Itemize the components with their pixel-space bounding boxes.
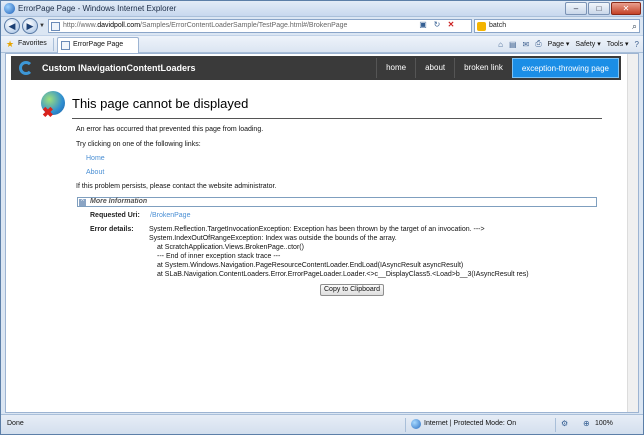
divider bbox=[555, 418, 556, 432]
link-about[interactable]: About bbox=[86, 169, 104, 176]
persist-text: If this problem persists, please contact… bbox=[76, 183, 277, 190]
error-details-line: at SLaB.Navigation.ContentLoaders.Error.… bbox=[157, 271, 529, 278]
divider bbox=[72, 118, 602, 119]
requested-uri-label: Requested Uri: bbox=[90, 212, 140, 219]
print-icon[interactable]: ⎙ bbox=[535, 39, 541, 49]
divider bbox=[405, 418, 406, 432]
error-details-line: System.Reflection.TargetInvocationExcept… bbox=[149, 226, 485, 233]
more-information-header[interactable]: ^ More Information bbox=[77, 197, 597, 207]
home-icon[interactable]: ⌂ bbox=[498, 40, 503, 49]
stop-icon[interactable]: ✕ bbox=[445, 19, 457, 31]
link-home[interactable]: Home bbox=[86, 155, 105, 162]
window-controls: – □ ✕ bbox=[565, 2, 641, 15]
try-links-text: Try clicking on one of the following lin… bbox=[76, 141, 201, 148]
status-text: Done bbox=[7, 420, 24, 427]
protected-mode-icon[interactable]: ⚙ bbox=[561, 419, 568, 428]
tab-label: ErrorPage Page bbox=[73, 41, 124, 48]
requested-uri-value[interactable]: /BrokenPage bbox=[150, 212, 190, 219]
forward-button[interactable]: ▶ bbox=[22, 18, 38, 34]
page-icon bbox=[51, 22, 60, 31]
compatibility-view-icon[interactable]: ▣ bbox=[417, 19, 429, 31]
error-details-line: at ScratchApplication.Views.BrokenPage..… bbox=[157, 244, 304, 251]
error-details-line: at System.Windows.Navigation.PageResourc… bbox=[157, 262, 464, 269]
site-logo-icon bbox=[19, 61, 33, 75]
page-menu[interactable]: Page ▾ bbox=[548, 40, 570, 48]
tools-menu[interactable]: Tools ▾ bbox=[607, 40, 629, 48]
search-input[interactable]: batch ⌕ bbox=[474, 19, 640, 33]
address-buttons: ▣ ↻ ✕ bbox=[417, 19, 457, 31]
ie-icon bbox=[4, 3, 15, 14]
internet-zone-icon[interactable] bbox=[411, 419, 421, 429]
divider bbox=[53, 38, 54, 51]
security-zone[interactable]: Internet | Protected Mode: On bbox=[424, 420, 516, 427]
refresh-icon[interactable]: ↻ bbox=[431, 19, 443, 31]
favorites-star-icon[interactable]: ★ bbox=[6, 39, 14, 50]
browser-window: ErrorPage Page - Windows Internet Explor… bbox=[0, 0, 644, 435]
close-button[interactable]: ✕ bbox=[611, 2, 641, 15]
address-input[interactable]: http://www.davidpoll.com/Samples/ErrorCo… bbox=[48, 19, 472, 33]
recent-pages-dropdown-icon[interactable]: ▼ bbox=[39, 23, 45, 29]
error-details-line: --- End of inner exception stack trace -… bbox=[157, 253, 281, 260]
tab-page-icon bbox=[61, 41, 70, 50]
search-value: batch bbox=[489, 22, 507, 29]
more-information-label: More Information bbox=[90, 198, 148, 205]
error-message: An error has occurred that prevented thi… bbox=[76, 126, 264, 133]
mail-icon[interactable]: ✉ bbox=[523, 40, 530, 49]
search-provider-icon bbox=[477, 22, 486, 31]
forward-arrow-icon: ▶ bbox=[26, 21, 34, 31]
collapse-icon[interactable]: ^ bbox=[79, 199, 86, 206]
window-title: ErrorPage Page - Windows Internet Explor… bbox=[18, 4, 177, 13]
favorites-bar: ★ Favorites ErrorPage Page ⌂ ▤ ✉ ⎙ Page … bbox=[1, 35, 643, 53]
zoom-icon[interactable]: ⊕ bbox=[583, 419, 590, 428]
maximize-button[interactable]: □ bbox=[588, 2, 610, 15]
page-content: Custom INavigationContentLoaders home ab… bbox=[5, 53, 639, 413]
safety-menu[interactable]: Safety ▾ bbox=[575, 40, 600, 48]
help-icon[interactable]: ? bbox=[635, 40, 639, 49]
minimize-button[interactable]: – bbox=[565, 2, 587, 15]
status-bar: Done Internet | Protected Mode: On ⚙ ⊕ 1… bbox=[1, 414, 643, 434]
vertical-scrollbar[interactable] bbox=[627, 54, 638, 412]
favorites-button[interactable]: Favorites bbox=[18, 40, 47, 47]
search-icon[interactable]: ⌕ bbox=[632, 21, 637, 32]
back-button[interactable]: ◀ bbox=[4, 18, 20, 34]
command-bar: ⌂ ▤ ✉ ⎙ Page ▾ Safety ▾ Tools ▾ ? bbox=[498, 39, 639, 49]
nav-about[interactable]: about bbox=[415, 58, 454, 78]
nav-broken-link[interactable]: broken link bbox=[454, 58, 512, 78]
nav-exception-throwing-page[interactable]: exception-throwing page bbox=[511, 58, 619, 78]
page-title: This page cannot be displayed bbox=[72, 96, 249, 111]
error-details-line: System.IndexOutOfRangeException: Index w… bbox=[149, 235, 397, 242]
url-text: http://www.davidpoll.com/Samples/ErrorCo… bbox=[63, 22, 348, 29]
error-details-label: Error details: bbox=[90, 226, 134, 233]
nav-home[interactable]: home bbox=[376, 58, 415, 78]
feeds-icon[interactable]: ▤ bbox=[509, 40, 517, 49]
site-nav: home about broken link exception-throwin… bbox=[376, 58, 619, 78]
error-x-icon: ✖ bbox=[42, 104, 54, 120]
tab-errorpage[interactable]: ErrorPage Page bbox=[57, 37, 139, 53]
title-bar: ErrorPage Page - Windows Internet Explor… bbox=[1, 1, 643, 17]
site-header: Custom INavigationContentLoaders home ab… bbox=[11, 56, 621, 80]
site-title: Custom INavigationContentLoaders bbox=[42, 63, 196, 73]
zoom-level[interactable]: 100% bbox=[595, 420, 613, 427]
back-arrow-icon: ◀ bbox=[8, 21, 16, 31]
copy-to-clipboard-button[interactable]: Copy to Clipboard bbox=[320, 284, 385, 296]
